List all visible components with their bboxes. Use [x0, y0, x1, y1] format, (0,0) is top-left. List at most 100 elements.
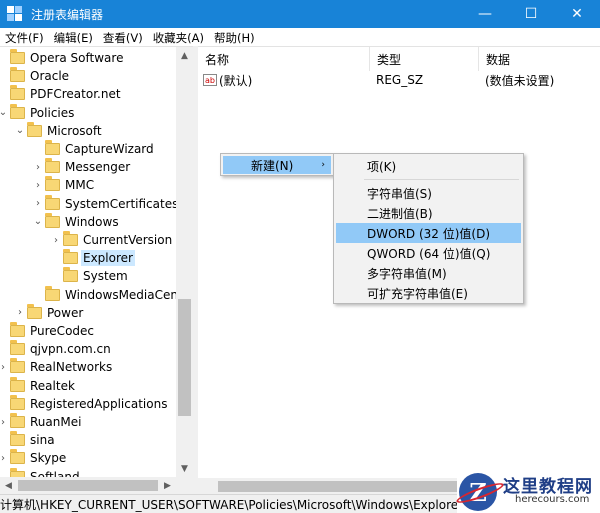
- chevron-right-icon[interactable]: ›: [0, 449, 8, 467]
- menu-separator: [364, 179, 519, 180]
- no-expand-icon: [0, 49, 8, 67]
- scroll-down-icon[interactable]: ▼: [176, 460, 193, 477]
- menu-view[interactable]: 查看(V): [98, 30, 148, 46]
- tree-node[interactable]: Realtek: [0, 376, 77, 395]
- submenu-item-label: 项(K): [367, 159, 397, 174]
- tree-node[interactable]: PureCodec: [0, 322, 96, 340]
- string-value-icon: ab: [203, 74, 217, 86]
- tree-node[interactable]: › Power: [15, 303, 85, 322]
- tree-node-label: System: [83, 269, 128, 284]
- submenu-item[interactable]: 可扩充字符串值(E): [336, 283, 521, 303]
- tree-node[interactable]: ⌄ Windows: [33, 212, 121, 231]
- column-header-data[interactable]: 数据: [479, 47, 600, 71]
- folder-icon: [10, 340, 25, 356]
- minimize-button[interactable]: —: [462, 0, 508, 28]
- context-menu: 新建(N) ›: [220, 153, 334, 176]
- scroll-thumb[interactable]: [178, 299, 191, 416]
- submenu-item[interactable]: DWORD (32 位)值(D): [336, 223, 521, 243]
- chevron-right-icon[interactable]: ›: [33, 195, 43, 213]
- tree-node[interactable]: System: [51, 267, 130, 285]
- tree-node-label: RuanMei: [30, 415, 82, 429]
- scroll-thumb-horizontal[interactable]: [18, 480, 158, 491]
- tree-node[interactable]: CaptureWizard: [33, 140, 156, 158]
- tree-node-label: MMC: [65, 178, 95, 193]
- tree-node-label: PureCodec: [30, 324, 95, 338]
- folder-icon: [45, 285, 60, 301]
- tree-node-label: Windows: [65, 214, 119, 229]
- folder-icon: [10, 322, 25, 337]
- tree-node[interactable]: sina: [0, 431, 57, 449]
- tree-node-label: WindowsMediaCenter: [65, 287, 193, 302]
- column-header-name[interactable]: 名称: [198, 47, 370, 71]
- tree-node[interactable]: › Skype: [0, 449, 68, 467]
- folder-icon: [10, 394, 25, 410]
- close-button[interactable]: ✕: [554, 0, 600, 28]
- menu-help[interactable]: 帮助(H): [209, 30, 260, 46]
- chevron-down-icon[interactable]: ⌄: [15, 122, 25, 140]
- tree-node[interactable]: › RuanMei: [0, 413, 83, 431]
- chevron-right-icon[interactable]: ›: [33, 176, 43, 194]
- tree-node-label: qjvpn.com.cn: [30, 342, 111, 357]
- table-row[interactable]: ab (默认) REG_SZ (数值未设置): [198, 71, 600, 89]
- tree-node[interactable]: ⌄ Policies: [0, 103, 76, 122]
- tree-node-label: RealNetworks: [30, 360, 113, 375]
- folder-icon: [10, 449, 25, 465]
- submenu-item[interactable]: 字符串值(S): [336, 183, 521, 203]
- scroll-up-icon[interactable]: ▲: [176, 47, 193, 64]
- submenu-item-label: DWORD (32 位)值(D): [367, 226, 490, 241]
- no-expand-icon: [33, 286, 43, 304]
- tree-node[interactable]: › Messenger: [33, 158, 132, 176]
- scroll-left-icon[interactable]: ◀: [0, 477, 17, 494]
- tree-node[interactable]: › SystemCertificates: [33, 194, 180, 213]
- no-expand-icon: [0, 85, 8, 103]
- chevron-right-icon[interactable]: ›: [51, 231, 61, 249]
- column-header-type[interactable]: 类型: [370, 47, 479, 71]
- menu-file[interactable]: 文件(F): [0, 30, 49, 46]
- tree-node[interactable]: › MMC: [33, 176, 96, 194]
- menu-item-new[interactable]: 新建(N) ›: [223, 156, 331, 174]
- tree-node-label: Policies: [30, 105, 75, 120]
- tree-node-label: RegisteredApplications: [30, 396, 168, 411]
- tree-horizontal-scrollbar[interactable]: ◀ ▶: [0, 477, 193, 494]
- tree-vertical-scrollbar[interactable]: ▲ ▼: [176, 47, 193, 477]
- tree-node[interactable]: › CurrentVersion: [51, 231, 174, 249]
- folder-icon: [10, 431, 25, 447]
- folder-icon: [63, 231, 78, 246]
- tree-node[interactable]: Explorer: [51, 249, 135, 267]
- submenu-item-label: 二进制值(B): [367, 206, 433, 221]
- submenu-item[interactable]: QWORD (64 位)值(Q): [336, 243, 521, 263]
- folder-icon: [45, 176, 60, 192]
- chevron-down-icon[interactable]: ⌄: [0, 104, 8, 122]
- chevron-down-icon[interactable]: ⌄: [33, 213, 43, 231]
- tree-node[interactable]: RegisteredApplications: [0, 394, 169, 413]
- tree-node-label: SystemCertificates: [65, 196, 179, 211]
- submenu-item[interactable]: 项(K): [336, 156, 521, 176]
- submenu-item[interactable]: 二进制值(B): [336, 203, 521, 223]
- window-title: 注册表编辑器: [31, 7, 104, 22]
- tree-node[interactable]: › RealNetworks: [0, 358, 114, 376]
- tree-node[interactable]: Opera Software: [0, 49, 125, 67]
- folder-icon: [45, 194, 60, 210]
- chevron-right-icon[interactable]: ›: [15, 304, 25, 322]
- tree-node-label: sina: [30, 433, 55, 448]
- folder-icon: [10, 413, 25, 428]
- chevron-right-icon[interactable]: ›: [0, 413, 8, 431]
- chevron-right-icon[interactable]: ›: [33, 158, 43, 176]
- maximize-button[interactable]: ☐: [508, 0, 554, 28]
- tree-node[interactable]: PDFCreator.net: [0, 85, 123, 103]
- no-expand-icon: [0, 67, 8, 85]
- scroll-right-icon[interactable]: ▶: [159, 477, 176, 494]
- new-submenu: 项(K) 字符串值(S) 二进制值(B) DWORD (32 位)值(D) QWORD …: [333, 153, 524, 304]
- tree-node[interactable]: Oracle: [0, 67, 71, 85]
- registry-tree[interactable]: Opera Software Oracle PDFCreator.net ⌄ Polic…: [0, 46, 193, 494]
- menu-edit[interactable]: 编辑(E): [49, 30, 98, 46]
- submenu-item[interactable]: 多字符串值(M): [336, 263, 521, 283]
- folder-icon: [45, 212, 60, 228]
- tree-node[interactable]: ⌄ Microsoft: [15, 121, 104, 140]
- menu-favorites[interactable]: 收藏夹(A): [148, 30, 209, 46]
- tree-node[interactable]: WindowsMediaCenter: [33, 285, 193, 304]
- chevron-right-icon[interactable]: ›: [0, 358, 8, 376]
- submenu-item-label: 字符串值(S): [367, 186, 432, 201]
- menu-bar: 文件(F) 编辑(E) 查看(V) 收藏夹(A) 帮助(H): [0, 28, 600, 47]
- tree-node[interactable]: qjvpn.com.cn: [0, 340, 113, 358]
